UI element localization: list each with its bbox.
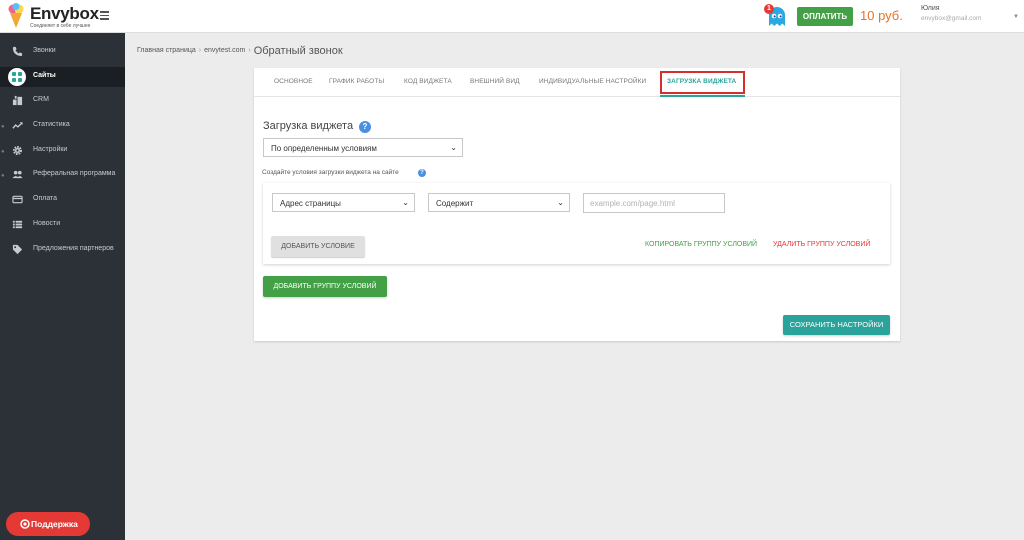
condition-field-value: Адрес страницы xyxy=(280,199,341,208)
trend-icon xyxy=(12,122,23,129)
sidebar-item-sites[interactable]: Сайты xyxy=(0,67,125,87)
tab-appearance[interactable]: ВНЕШНИЙ ВИД xyxy=(470,78,520,85)
lifebuoy-icon xyxy=(20,519,30,529)
condition-operator-value: Содержит xyxy=(436,199,474,208)
breadcrumb-separator: › xyxy=(248,47,251,55)
help-icon[interactable]: ? xyxy=(359,121,371,133)
sidebar-item-label: Оплата xyxy=(33,195,58,202)
expand-dot-icon: ● xyxy=(1,173,5,179)
sidebar-item-label: Звонки xyxy=(33,47,56,54)
logo-tagline: Соединяет в себе лучшее xyxy=(30,23,91,29)
load-mode-select[interactable]: По определенным условиям ⌄ xyxy=(263,138,463,157)
breadcrumb-home[interactable]: Главная страница xyxy=(137,47,196,54)
tab-individual-settings[interactable]: ИНДИВИДУАЛЬНЫЕ НАСТРОЙКИ xyxy=(539,78,646,85)
conditions-hint: Создайте условия загрузки виджета на сай… xyxy=(262,169,399,176)
sidebar-item-label: Статистика xyxy=(33,121,70,128)
chevron-down-icon: ⌄ xyxy=(402,198,409,207)
add-condition-button[interactable]: ДОБАВИТЬ УСЛОВИЕ xyxy=(271,236,365,257)
widget-settings-card: ОСНОВНОЕ ГРАФИК РАБОТЫ КОД ВИДЖЕТА ВНЕШН… xyxy=(254,68,900,341)
condition-operator-select[interactable]: Содержит ⌄ xyxy=(428,193,570,212)
tab-schedule[interactable]: ГРАФИК РАБОТЫ xyxy=(329,78,384,85)
chevron-down-icon: ▼ xyxy=(1013,14,1019,20)
gear-icon xyxy=(13,146,22,155)
tab-main[interactable]: ОСНОВНОЕ xyxy=(274,78,313,85)
balance: 10 руб. xyxy=(860,8,903,23)
tag-icon xyxy=(12,244,23,255)
condition-group: Адрес страницы ⌄ Содержит ⌄ example.com/… xyxy=(263,183,890,264)
sidebar-item-label: Предложения партнеров xyxy=(33,245,114,252)
logo-name: Envybox xyxy=(30,4,99,23)
phone-icon xyxy=(12,46,23,57)
grid-icon xyxy=(12,72,22,82)
sidebar-item-payment[interactable]: Оплата xyxy=(0,190,125,210)
user-name: Юлия xyxy=(921,5,940,12)
card-icon xyxy=(12,195,23,204)
users-icon xyxy=(12,170,23,179)
sidebar-item-calls[interactable]: Звонки xyxy=(0,42,125,62)
user-menu[interactable]: Юлия envybox@gmail.com ▼ xyxy=(921,5,1021,27)
pay-button[interactable]: ОПЛАТИТЬ xyxy=(797,7,853,26)
delete-group-button[interactable]: УДАЛИТЬ ГРУППУ УСЛОВИЙ xyxy=(773,241,870,248)
sidebar-item-label: Настройки xyxy=(33,146,68,153)
breadcrumb: Главная страница › envytest.com › Обратный з… xyxy=(137,42,343,58)
sidebar-item-partners[interactable]: Предложения партнеров xyxy=(0,240,125,260)
load-mode-value: По определенным условиям xyxy=(271,144,377,153)
sidebar-item-label: Новости xyxy=(33,220,61,227)
sidebar-item-news[interactable]: Новости xyxy=(0,215,125,235)
expand-dot-icon: ● xyxy=(1,149,5,155)
condition-field-select[interactable]: Адрес страницы ⌄ xyxy=(272,193,415,212)
add-group-button[interactable]: ДОБАВИТЬ ГРУППУ УСЛОВИЙ xyxy=(263,276,387,297)
sidebar-item-referral[interactable]: ● Реферальная программа xyxy=(0,165,125,185)
crm-icon xyxy=(12,95,23,106)
list-icon xyxy=(12,220,23,229)
sidebar: Звонки Сайты CRM ● Статистика ● Настройк… xyxy=(0,33,125,540)
sidebar-item-label: Сайты xyxy=(33,72,56,79)
condition-value-input[interactable]: example.com/page.html xyxy=(583,193,725,213)
support-button[interactable]: Поддержка xyxy=(6,512,90,536)
sidebar-item-crm[interactable]: CRM xyxy=(0,91,125,111)
tab-widget-code[interactable]: КОД ВИДЖЕТА xyxy=(404,78,452,85)
save-settings-button[interactable]: СОХРАНИТЬ НАСТРОЙКИ xyxy=(783,315,890,335)
hint-help-icon[interactable]: ? xyxy=(418,169,426,177)
sidebar-item-statistics[interactable]: ● Статистика xyxy=(0,116,125,136)
breadcrumb-site[interactable]: envytest.com xyxy=(204,47,245,54)
sidebar-item-label: Реферальная программа xyxy=(33,170,116,177)
menu-toggle-icon[interactable] xyxy=(100,11,109,20)
notification-badge: 1 xyxy=(764,4,774,14)
ice-cream-logo-icon xyxy=(8,3,24,28)
tab-widget-loading[interactable]: ЗАГРУЗКА ВИДЖЕТА xyxy=(667,78,736,85)
support-label: Поддержка xyxy=(31,519,78,529)
breadcrumb-separator: › xyxy=(198,47,202,55)
section-title: Загрузка виджета xyxy=(263,120,354,132)
copy-group-button[interactable]: КОПИРОВАТЬ ГРУППУ УСЛОВИЙ xyxy=(645,241,757,248)
tab-bar: ОСНОВНОЕ ГРАФИК РАБОТЫ КОД ВИДЖЕТА ВНЕШН… xyxy=(254,68,900,97)
active-tab-underline xyxy=(660,95,745,97)
sidebar-item-label: CRM xyxy=(33,96,49,103)
expand-dot-icon: ● xyxy=(1,124,5,130)
top-bar: Envybox Соединяет в себе лучшее 1 ОПЛАТИ… xyxy=(0,0,1024,33)
chevron-down-icon: ⌄ xyxy=(450,143,457,152)
condition-value-placeholder: example.com/page.html xyxy=(590,199,675,208)
sidebar-item-settings[interactable]: ● Настройки xyxy=(0,141,125,161)
page-title: Обратный звонок xyxy=(253,44,343,57)
chevron-down-icon: ⌄ xyxy=(557,198,564,207)
user-email: envybox@gmail.com xyxy=(921,15,982,22)
